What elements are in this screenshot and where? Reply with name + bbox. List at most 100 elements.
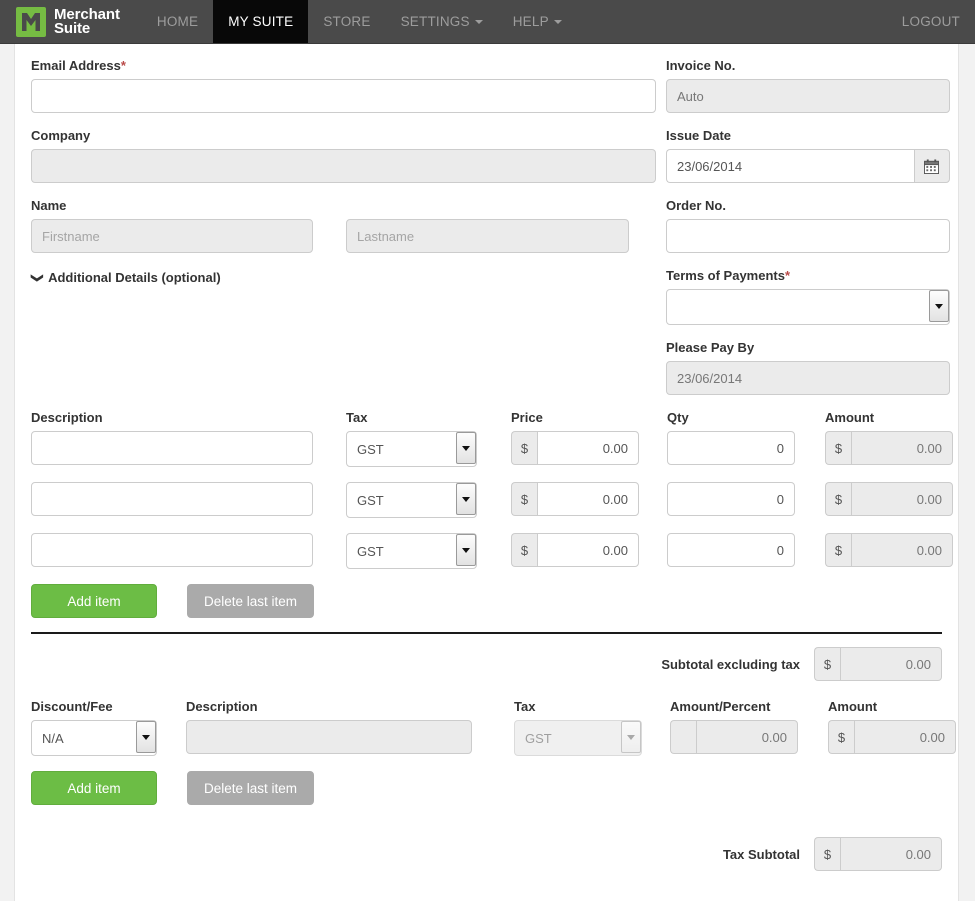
discount-type-select-wrap[interactable]: N/A (31, 720, 157, 756)
table-row: GST $ $ (31, 431, 953, 467)
amount-percent-prefix (670, 720, 696, 754)
tax-subtotal-row: Tax Subtotal $ (31, 837, 942, 871)
nav-item-my-suite-label: MY SUITE (228, 14, 294, 29)
item-description-input[interactable] (31, 482, 313, 516)
item-price-input-group: $ (511, 482, 639, 516)
column-header-qty: Qty (667, 410, 689, 425)
nav-links: HOME MY SUITE STORE SETTINGS HELP (142, 0, 577, 43)
brand-line-2: Suite (54, 19, 91, 37)
column-header-discount-amount: Amount (828, 699, 878, 714)
table-row: GST $ $ (31, 533, 953, 569)
amount-percent-input (695, 720, 798, 754)
item-amount-input (850, 431, 953, 465)
terms-of-payments-select-wrap[interactable] (666, 289, 950, 325)
invoice-form-panel: Email Address* Company Name Firstname La… (14, 44, 959, 901)
currency-symbol: $ (511, 431, 537, 465)
nav-item-settings[interactable]: SETTINGS (386, 0, 498, 43)
item-tax-select-wrap[interactable]: GST (346, 431, 477, 467)
company-label: Company (31, 128, 91, 143)
currency-symbol: $ (825, 533, 851, 567)
subtotal-row: Subtotal excluding tax $ (31, 647, 942, 681)
currency-symbol: $ (511, 482, 537, 516)
customer-and-invoice-details: Email Address* Company Name Firstname La… (29, 58, 950, 410)
tax-subtotal-label: Tax Subtotal (722, 846, 800, 862)
item-amount-input-group: $ (825, 482, 953, 516)
logout-label: LOGOUT (901, 14, 960, 29)
currency-symbol: $ (814, 837, 840, 871)
nav-item-store[interactable]: STORE (308, 0, 385, 43)
item-price-input-group: $ (511, 431, 639, 465)
item-qty-input[interactable] (667, 533, 795, 567)
brand-logo-link[interactable]: Merchant Suite (0, 0, 134, 43)
calendar-icon[interactable] (913, 149, 950, 183)
item-qty-input[interactable] (667, 482, 795, 516)
invoice-details-column: Invoice No. Issue Date (666, 58, 950, 410)
item-price-input[interactable] (536, 533, 639, 567)
email-field-group: Email Address* (31, 58, 656, 113)
chevron-down-icon (474, 19, 483, 24)
additional-details-toggle[interactable]: ❮ Additional Details (optional) (29, 270, 221, 285)
discount-amount-input (853, 720, 956, 754)
terms-of-payments-select[interactable] (666, 289, 950, 325)
column-header-discount-tax: Tax (514, 699, 536, 714)
item-price-input[interactable] (536, 482, 639, 516)
nav-item-home[interactable]: HOME (142, 0, 213, 43)
chevron-down-icon: ❮ (29, 272, 44, 283)
item-amount-input (850, 533, 953, 567)
line-items-section: Description Tax Price Qty Amount GST $ 0… (31, 410, 953, 618)
add-discount-item-button[interactable]: Add item (31, 771, 157, 805)
nav-item-help[interactable]: HELP (498, 0, 577, 43)
item-tax-select[interactable]: GST (346, 431, 477, 467)
item-price-input[interactable] (536, 431, 639, 465)
nav-item-help-label: HELP (512, 14, 549, 29)
item-description-input[interactable] (31, 533, 313, 567)
discount-amount-input-group: $ (828, 720, 956, 754)
discount-row: N/A GST 0.00 $ 0.00 (31, 720, 956, 756)
please-pay-by-label: Please Pay By (666, 340, 755, 355)
invoice-no-field-group: Invoice No. (666, 58, 950, 113)
item-tax-select[interactable]: GST (346, 533, 477, 569)
delete-last-item-button: Delete last item (187, 584, 315, 618)
table-row: GST $ $ (31, 482, 953, 518)
discount-description-input (186, 720, 472, 754)
discount-fee-section: Discount/Fee Description Tax Amount/Perc… (31, 699, 956, 805)
item-amount-input-group: $ (825, 533, 953, 567)
discount-tax-select: GST (514, 720, 642, 756)
required-marker: * (120, 58, 126, 73)
tax-subtotal-input-group: $ (814, 837, 942, 871)
item-price-input-group: $ (511, 533, 639, 567)
nav-right: LOGOUT (887, 0, 975, 43)
lastname-input (346, 219, 629, 253)
item-tax-select-wrap[interactable]: GST (346, 482, 477, 518)
order-no-input[interactable] (666, 219, 950, 253)
subtotal-input (839, 647, 942, 681)
email-input[interactable] (31, 79, 656, 113)
discount-type-select[interactable]: N/A (31, 720, 157, 756)
discount-header-row: Discount/Fee Description Tax Amount/Perc… (31, 699, 942, 720)
invoice-no-label: Invoice No. (666, 58, 736, 73)
add-item-button[interactable]: Add item (31, 584, 157, 618)
terms-of-payments-label: Terms of Payments* (666, 268, 791, 283)
issue-date-input[interactable] (666, 149, 914, 183)
terms-of-payments-field-group: Terms of Payments* (666, 268, 950, 325)
currency-symbol: $ (825, 482, 851, 516)
customer-details-column: Email Address* Company Name Firstname La… (29, 58, 656, 410)
currency-symbol: $ (511, 533, 537, 567)
name-label: Name (31, 198, 67, 213)
nav-item-home-label: HOME (156, 14, 199, 29)
item-tax-select[interactable]: GST (346, 482, 477, 518)
item-description-input[interactable] (31, 431, 313, 465)
chevron-down-icon (553, 19, 562, 24)
item-tax-select-wrap[interactable]: GST (346, 533, 477, 569)
column-header-price: Price (511, 410, 543, 425)
required-marker: * (784, 268, 791, 283)
column-header-discount-description: Description (186, 699, 258, 714)
tax-subtotal-input (839, 837, 942, 871)
section-divider (31, 632, 942, 634)
order-no-field-group: Order No. (666, 198, 950, 253)
order-no-label: Order No. (666, 198, 726, 213)
nav-item-my-suite[interactable]: MY SUITE (213, 0, 309, 43)
subtotal-label: Subtotal excluding tax (661, 656, 800, 672)
logout-link[interactable]: LOGOUT (887, 0, 975, 43)
item-qty-input[interactable] (667, 431, 795, 465)
